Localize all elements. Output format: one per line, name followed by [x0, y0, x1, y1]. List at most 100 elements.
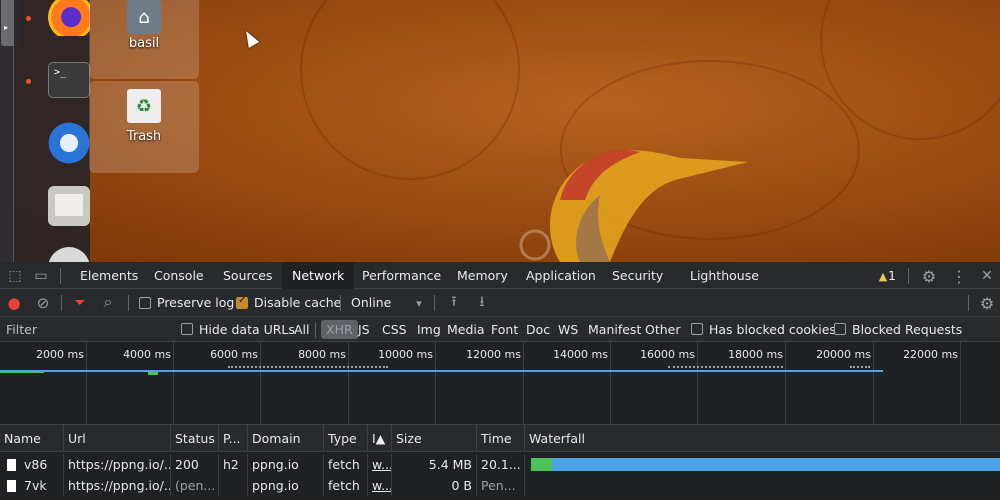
file-icon [7, 459, 16, 471]
tab-console[interactable]: Console [144, 262, 214, 289]
has-blocked-cookies-checkbox[interactable] [691, 323, 703, 335]
devtools-tab-bar: ⬚ ▭ Elements Console Sources Network Per… [0, 262, 1000, 289]
devtools-panel: ⬚ ▭ Elements Console Sources Network Per… [0, 262, 1000, 500]
window-edge-handle[interactable]: ▸ [0, 0, 21, 262]
request-domain: ppng.io [248, 475, 324, 496]
grid-line [960, 342, 961, 425]
column-header-type[interactable]: Type [324, 425, 368, 452]
column-header-initiator[interactable]: I▲ [368, 425, 392, 452]
trash-label: Trash [126, 129, 162, 144]
close-icon[interactable]: ✕ [978, 267, 996, 285]
request-time: 20.1... [477, 454, 525, 475]
desktop-trash[interactable]: ♻ Trash [89, 81, 199, 173]
blocked-requests-label: Blocked Requests [852, 322, 963, 337]
import-har-icon[interactable]: ⭱ [446, 294, 462, 311]
firefox-icon[interactable] [48, 0, 90, 36]
grid-line [86, 342, 87, 425]
grid-line [173, 342, 174, 425]
filter-type-css[interactable]: CSS [382, 317, 407, 342]
request-time: Pen... [477, 475, 525, 496]
table-row[interactable]: v86 https://ppng.io/... 200 h2 ppng.io f… [0, 454, 1000, 475]
device-toolbar-icon[interactable]: ▭ [32, 268, 50, 284]
throttling-select[interactable]: Online [351, 289, 391, 317]
request-domain: ppng.io [248, 454, 324, 475]
desktop: ▸ >_ ⌂ basil ♻ Trash [0, 0, 1000, 262]
files-icon[interactable] [48, 186, 90, 226]
request-initiator[interactable]: w... [368, 475, 392, 496]
column-header-name[interactable]: Name [0, 425, 64, 452]
divider [315, 322, 316, 338]
wallpaper-swirl [300, 0, 520, 180]
tab-performance[interactable]: Performance [352, 262, 451, 289]
preserve-log-checkbox[interactable] [139, 297, 151, 309]
request-url: https://ppng.io/... [64, 454, 171, 475]
timeline-activity-dots [850, 366, 870, 368]
divider [968, 295, 969, 311]
filter-icon[interactable]: ⏷ [72, 295, 88, 311]
dock-running-indicator [26, 79, 31, 84]
disable-cache-label: Disable cache [254, 295, 342, 310]
export-har-icon[interactable]: ⭳ [474, 294, 490, 311]
chevron-down-icon[interactable]: ▾ [412, 295, 426, 311]
tab-memory[interactable]: Memory [447, 262, 518, 289]
grid-line [610, 342, 611, 425]
file-icon [7, 480, 16, 492]
hide-data-urls-checkbox[interactable] [181, 323, 193, 335]
network-filter-bar: Filter Hide data URLs All XHR JS CSS Img… [0, 317, 1000, 342]
disable-cache-checkbox[interactable] [236, 295, 248, 309]
column-header-protocol[interactable]: P... [219, 425, 248, 452]
column-header-waterfall[interactable]: Waterfall [525, 425, 1000, 452]
filter-type-media[interactable]: Media [447, 317, 485, 342]
inspect-element-icon[interactable]: ⬚ [6, 268, 24, 284]
request-initiator[interactable]: w... [368, 454, 392, 475]
terminal-icon[interactable]: >_ [48, 62, 90, 98]
desktop-home-folder[interactable]: ⌂ basil [89, 0, 199, 79]
edge-tab-arrow-icon: ▸ [4, 23, 9, 32]
tab-lighthouse[interactable]: Lighthouse [680, 262, 769, 289]
waterfall-download-bar [552, 458, 1000, 471]
filter-input[interactable]: Filter [6, 317, 166, 342]
tab-security[interactable]: Security [602, 262, 673, 289]
column-header-time[interactable]: Time [477, 425, 525, 452]
blocked-requests-checkbox[interactable] [834, 323, 846, 335]
warning-count[interactable]: 1 [884, 262, 900, 289]
column-header-url[interactable]: Url [64, 425, 171, 452]
filter-type-img[interactable]: Img [417, 317, 441, 342]
request-protocol [219, 475, 248, 496]
column-header-domain[interactable]: Domain [248, 425, 324, 452]
filter-type-xhr[interactable]: XHR [321, 320, 358, 339]
record-icon[interactable]: ● [6, 294, 22, 312]
settings-gear-icon[interactable]: ⚙ [920, 267, 938, 286]
filter-type-doc[interactable]: Doc [526, 317, 550, 342]
more-options-icon[interactable]: ⋮ [950, 267, 968, 286]
request-url: https://ppng.io/... [64, 475, 171, 496]
timeline-tick: 10000 ms [378, 348, 433, 361]
grid-line [697, 342, 698, 425]
request-status: (pen... [171, 475, 219, 496]
table-row[interactable]: 7vk https://ppng.io/... (pen... ppng.io … [0, 475, 1000, 496]
column-header-status[interactable]: Status [171, 425, 219, 452]
column-header-size[interactable]: Size [392, 425, 477, 452]
tab-network[interactable]: Network [282, 262, 355, 289]
timeline-tick: 8000 ms [298, 348, 346, 361]
filter-type-manifest[interactable]: Manifest [588, 317, 641, 342]
thunderbird-icon[interactable] [48, 122, 90, 164]
clear-icon[interactable]: ⊘ [35, 294, 51, 312]
hide-data-urls-label: Hide data URLs [199, 322, 295, 337]
filter-type-ws[interactable]: WS [558, 317, 578, 342]
search-icon[interactable]: ⌕ [100, 292, 116, 311]
divider [340, 295, 341, 311]
initiator-link[interactable]: w... [372, 457, 391, 472]
help-icon[interactable] [48, 247, 90, 262]
filter-type-other[interactable]: Other [645, 317, 681, 342]
filter-type-font[interactable]: Font [491, 317, 518, 342]
filter-type-all[interactable]: All [294, 317, 310, 342]
tab-sources[interactable]: Sources [213, 262, 282, 289]
initiator-link[interactable]: w... [372, 478, 391, 493]
tab-application[interactable]: Application [516, 262, 606, 289]
grid-line [873, 342, 874, 425]
filter-type-js[interactable]: JS [358, 317, 370, 342]
tab-elements[interactable]: Elements [70, 262, 148, 289]
network-overview-timeline[interactable]: 2000 ms 4000 ms 6000 ms 8000 ms 10000 ms… [0, 342, 1000, 425]
network-settings-gear-icon[interactable]: ⚙ [978, 294, 996, 313]
